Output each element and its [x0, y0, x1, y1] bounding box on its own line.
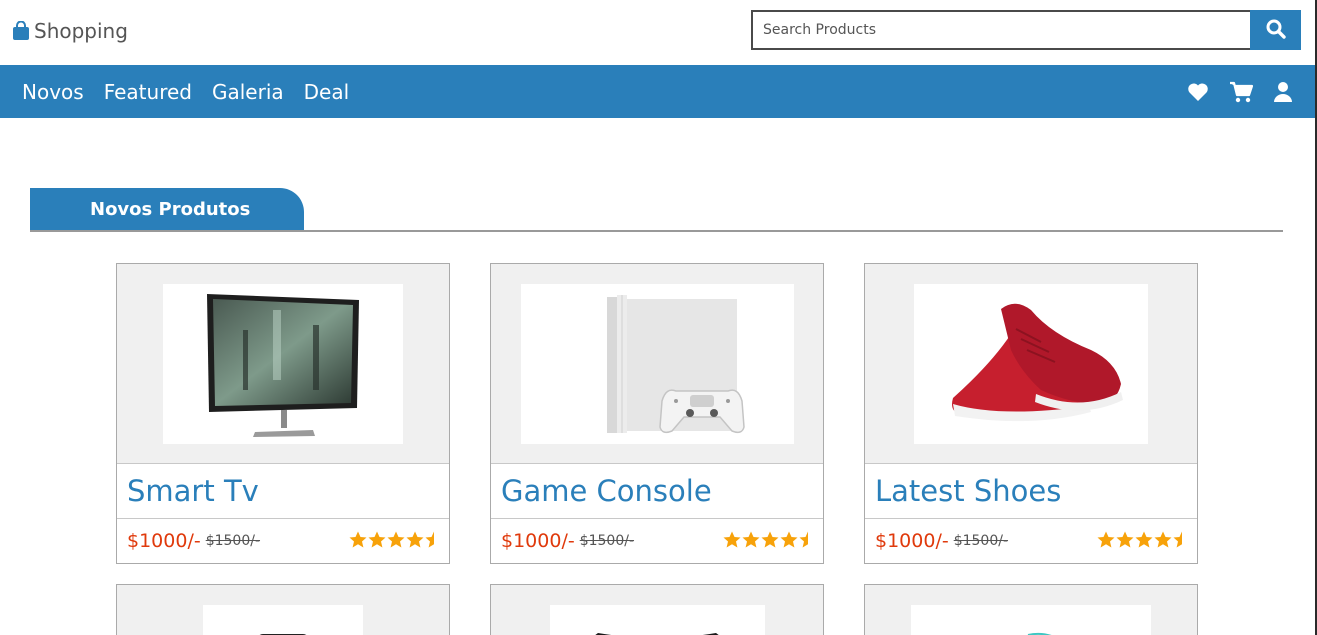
product-footer: $1000/- $1500/-	[865, 519, 1197, 563]
user-icon[interactable]	[1273, 81, 1293, 103]
product-image[interactable]	[491, 264, 823, 464]
star-icon	[1154, 531, 1172, 552]
product-card[interactable]: Game Console $1000/- $1500/-	[490, 263, 824, 564]
nav-link-featured[interactable]: Featured	[104, 80, 192, 104]
nav-link-deal[interactable]: Deal	[304, 80, 350, 104]
product-price: $1000/-	[127, 530, 201, 552]
star-icon	[368, 531, 386, 552]
search-form	[751, 10, 1301, 50]
star-rating	[349, 531, 435, 552]
product-card[interactable]	[490, 584, 824, 635]
star-icon	[1135, 531, 1153, 552]
star-half-icon	[799, 531, 809, 552]
star-half-icon	[1173, 531, 1183, 552]
star-icon	[780, 531, 798, 552]
cart-icon[interactable]	[1229, 81, 1253, 103]
product-price: $1000/-	[501, 530, 575, 552]
section-header: Novos Produtos	[30, 188, 1283, 232]
nav-link-novos[interactable]: Novos	[22, 80, 84, 104]
product-title[interactable]: Latest Shoes	[865, 464, 1197, 519]
search-button[interactable]	[1250, 10, 1301, 50]
product-image[interactable]	[865, 264, 1197, 464]
nav-link-galeria[interactable]: Galeria	[212, 80, 284, 104]
product-image[interactable]	[117, 585, 449, 635]
heart-icon[interactable]	[1187, 82, 1209, 102]
star-icon	[723, 531, 741, 552]
top-header: Shopping	[0, 0, 1317, 65]
search-input[interactable]	[751, 10, 1250, 50]
star-icon	[349, 531, 367, 552]
brand-logo[interactable]: Shopping	[12, 19, 128, 43]
product-old-price: $1500/-	[205, 533, 261, 549]
shopping-bag-icon	[12, 21, 30, 41]
star-icon	[761, 531, 779, 552]
page: Shopping Novos Featured Galeria Deal	[0, 0, 1317, 635]
product-title[interactable]: Game Console	[491, 464, 823, 519]
star-icon	[742, 531, 760, 552]
main-nav: Novos Featured Galeria Deal	[0, 65, 1315, 118]
product-old-price: $1500/-	[953, 533, 1009, 549]
search-icon	[1266, 19, 1286, 42]
product-price: $1000/-	[875, 530, 949, 552]
star-icon	[387, 531, 405, 552]
star-half-icon	[425, 531, 435, 552]
star-icon	[1116, 531, 1134, 552]
star-rating	[1097, 531, 1183, 552]
product-card[interactable]	[864, 584, 1198, 635]
product-image[interactable]	[865, 585, 1197, 635]
product-image[interactable]	[491, 585, 823, 635]
section-divider	[30, 230, 1283, 232]
product-footer: $1000/- $1500/-	[491, 519, 823, 563]
section-title: Novos Produtos	[30, 188, 304, 231]
product-old-price: $1500/-	[579, 533, 635, 549]
product-card[interactable]	[116, 584, 450, 635]
product-footer: $1000/- $1500/-	[117, 519, 449, 563]
product-grid: Smart Tv $1000/- $1500/- Game Console $1…	[116, 263, 1198, 635]
product-card[interactable]: Smart Tv $1000/- $1500/-	[116, 263, 450, 564]
star-rating	[723, 531, 809, 552]
star-icon	[406, 531, 424, 552]
brand-label: Shopping	[34, 19, 128, 43]
product-card[interactable]: Latest Shoes $1000/- $1500/-	[864, 263, 1198, 564]
product-image[interactable]	[117, 264, 449, 464]
product-title[interactable]: Smart Tv	[117, 464, 449, 519]
star-icon	[1097, 531, 1115, 552]
